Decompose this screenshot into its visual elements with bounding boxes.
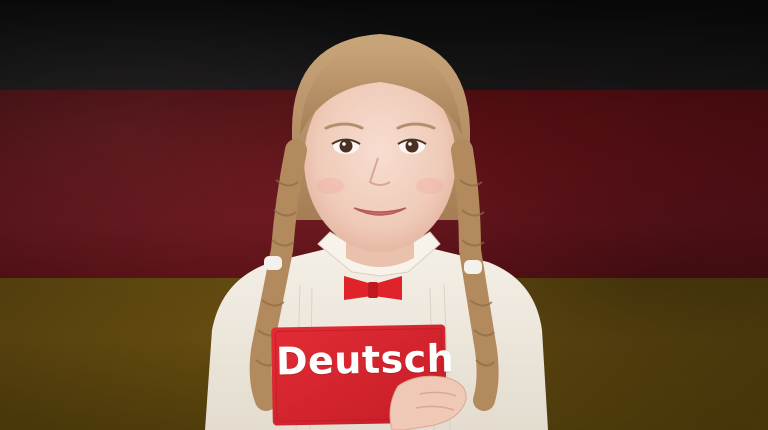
photo-scene: Deutsch (0, 0, 768, 430)
book-title: Deutsch (275, 336, 455, 384)
